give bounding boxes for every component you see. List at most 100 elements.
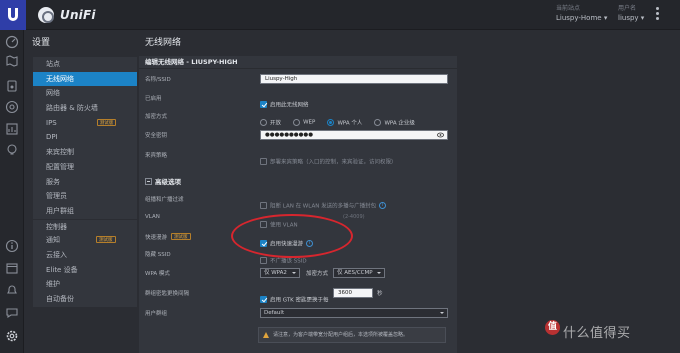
statistics-icon[interactable] xyxy=(5,122,19,136)
gtk-text: 启用 GTK 密匙更换于每 xyxy=(270,297,329,304)
gtk-checkbox[interactable] xyxy=(260,296,267,303)
broadcast-checkbox[interactable] xyxy=(260,202,267,209)
guest-checkbox[interactable] xyxy=(260,158,267,165)
hide-ssid-label: 隐藏 SSID xyxy=(145,252,171,258)
nav-item-site[interactable]: 站点 xyxy=(33,57,137,72)
clients-icon[interactable] xyxy=(5,100,19,114)
vlan-hint: (2-4009) xyxy=(343,214,365,220)
site-selector[interactable]: 当前站点 Liuspy-Home ▾ xyxy=(556,5,607,24)
gtk-label: 群组密匙更换间隔 xyxy=(145,291,190,297)
watermark-text: 什么值得买 xyxy=(563,326,631,341)
gtk-interval-input[interactable]: 3600 xyxy=(333,288,373,298)
nav-item-dpi[interactable]: DPI xyxy=(33,130,137,145)
unifi-settings-page: UniFi 当前站点 Liuspy-Home ▾ 用户名 liuspy ▾ 设置… xyxy=(0,0,680,353)
advanced-options-toggle[interactable]: 高级选项 xyxy=(145,176,181,186)
wpa-mode-select[interactable]: 仅 WPA2 xyxy=(260,268,300,278)
ssid-label: 名称/SSID xyxy=(145,77,171,83)
gtk-row: 群组密匙更换间隔 启用 GTK 密匙更换于每 3600 秒 xyxy=(139,286,457,304)
hide-ssid-checkbox[interactable] xyxy=(260,257,267,264)
chat-icon[interactable] xyxy=(5,306,19,320)
enabled-row: 已启用 启用此无线网络 xyxy=(139,91,457,109)
settings-nav-list: 站点 无线网络 网络 路由器 & 防火墙 IPS 测试版 DPI 来宾控制 配置管… xyxy=(33,57,137,307)
watermark-logo: 值 xyxy=(545,320,560,335)
nav-item-services[interactable]: 服务 xyxy=(33,175,137,190)
enabled-text: 启用此无线网络 xyxy=(270,102,309,109)
info-icon[interactable] xyxy=(5,239,19,253)
wpa-mode-row: WPA 模式 仅 WPA2 加密方式 仅 AES/CCMP xyxy=(139,266,457,280)
nav-item-notifications[interactable]: 通知 测试版 xyxy=(33,233,137,248)
guest-text: 部署来宾策略（入口的控制，来宾验证，访问权限） xyxy=(270,159,397,166)
top-bar: UniFi 当前站点 Liuspy-Home ▾ 用户名 liuspy ▾ xyxy=(0,0,680,30)
collapse-icon xyxy=(145,178,152,185)
edit-wireless-panel: 编辑无线网络 - LIUSPY-HIGH 名称/SSID Liuspy-High… xyxy=(139,56,457,353)
nav-item-profiles[interactable]: 配置管理 xyxy=(33,160,137,175)
page-title: 无线网络 xyxy=(145,38,182,48)
chevron-down-icon xyxy=(292,272,296,274)
insights-icon[interactable] xyxy=(5,143,19,157)
events-icon[interactable] xyxy=(5,261,19,275)
settings-gear-icon[interactable] xyxy=(5,329,19,343)
settings-nav: 设置 站点 无线网络 网络 路由器 & 防火墙 IPS 测试版 DPI 来宾控制 … xyxy=(24,30,137,353)
nav-item-controller[interactable]: 控制器 xyxy=(33,218,137,234)
enabled-label: 已启用 xyxy=(145,96,162,102)
nav-item-networks[interactable]: 网络 xyxy=(33,86,137,101)
vlan-label: VLAN xyxy=(145,214,160,220)
nav-item-admins[interactable]: 管理员 xyxy=(33,189,137,204)
nav-item-routing-firewall[interactable]: 路由器 & 防火墙 xyxy=(33,101,137,116)
key-label: 安全密钥 xyxy=(145,133,168,139)
user-group-label: 用户群组 xyxy=(145,311,168,317)
nav-item-cloud-access[interactable]: 云接入 xyxy=(33,248,137,263)
fast-roaming-label: 快速漫游 测试版 xyxy=(145,233,191,241)
enabled-checkbox[interactable] xyxy=(260,101,267,108)
beta-badge: 测试版 xyxy=(96,236,116,244)
user-group-select[interactable]: Default xyxy=(260,308,448,318)
nav-item-maintenance[interactable]: 维护 xyxy=(33,277,137,292)
chevron-down-icon xyxy=(440,312,444,314)
security-key-input[interactable]: ●●●●●●●●●● xyxy=(260,130,448,140)
nav-item-guest-control[interactable]: 来宾控制 xyxy=(33,145,137,160)
brand-name: UniFi xyxy=(60,8,96,22)
nav-item-auto-backup[interactable]: 自动备份 xyxy=(33,292,137,307)
encryption-label: 加密方式 xyxy=(306,271,329,277)
highlight-ellipse xyxy=(231,214,353,258)
encryption-select[interactable]: 仅 AES/CCMP xyxy=(333,268,385,278)
gtk-unit: 秒 xyxy=(377,291,383,297)
nav-item-wireless-networks[interactable]: 无线网络 xyxy=(33,71,137,87)
user-group-row: 用户群组 Default xyxy=(139,306,457,320)
guest-control[interactable]: 部署来宾策略（入口的控制，来宾验证，访问权限） xyxy=(260,151,397,170)
user-group-notice: 请注意，为客户端带宽分配用户组后，本选项所被覆盖忽略。 xyxy=(258,327,446,343)
broadcast-row: 组播和广播过滤 阻断 LAN 在 WLAN 发送的多播与广播封包 i xyxy=(139,192,457,210)
site-value: Liuspy-Home ▾ xyxy=(556,14,608,22)
user-selector[interactable]: 用户名 liuspy ▾ xyxy=(618,5,644,24)
icon-rail xyxy=(0,30,24,353)
info-icon[interactable]: i xyxy=(379,202,387,209)
guest-label: 来宾策略 xyxy=(145,153,168,159)
show-password-eye-icon[interactable] xyxy=(437,132,444,138)
ubiquiti-logo[interactable] xyxy=(0,0,26,30)
nav-item-ips[interactable]: IPS 测试版 xyxy=(33,116,137,131)
broadcast-label: 组播和广播过滤 xyxy=(145,197,184,203)
dashboard-icon[interactable] xyxy=(5,35,19,49)
user-value: liuspy ▾ xyxy=(618,14,645,22)
key-row: 安全密钥 ●●●●●●●●●● xyxy=(139,128,457,142)
more-menu-icon[interactable] xyxy=(654,7,660,23)
ssid-row: 名称/SSID Liuspy-High xyxy=(139,72,457,86)
nav-item-user-groups[interactable]: 用户群组 xyxy=(33,204,137,219)
site-label: 当前站点 xyxy=(556,5,581,12)
panel-header: 编辑无线网络 - LIUSPY-HIGH xyxy=(139,56,457,69)
beta-badge: 测试版 xyxy=(96,118,117,126)
unifi-logo-icon xyxy=(38,7,54,23)
ssid-input[interactable]: Liuspy-High xyxy=(260,74,448,84)
broadcast-text: 阻断 LAN 在 WLAN 发送的多播与广播封包 xyxy=(270,203,377,210)
map-icon[interactable] xyxy=(5,54,19,68)
hide-ssid-text: 不广播该 SSID xyxy=(270,258,307,265)
warning-icon xyxy=(263,332,269,338)
beta-badge: 测试版 xyxy=(171,233,191,240)
main-content: 无线网络 编辑无线网络 - LIUSPY-HIGH 名称/SSID Liuspy… xyxy=(137,30,680,353)
security-label: 加密方式 xyxy=(145,114,168,120)
alerts-icon[interactable] xyxy=(5,283,19,297)
devices-icon[interactable] xyxy=(5,79,19,93)
chevron-down-icon xyxy=(377,272,381,274)
wpa-mode-label: WPA 模式 xyxy=(145,271,170,277)
nav-item-elite-device[interactable]: Elite 设备 xyxy=(33,263,137,278)
